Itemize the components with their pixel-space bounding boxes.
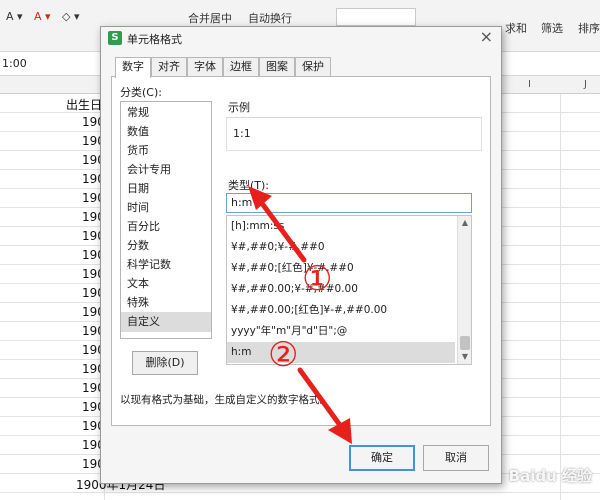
category-item-general[interactable]: 常规 xyxy=(121,103,211,123)
format-item[interactable]: [h]:mm:ss xyxy=(227,216,455,237)
category-list[interactable]: 常规 数值 货币 会计专用 日期 时间 百分比 分数 科学记数 文本 特殊 自定… xyxy=(120,101,212,339)
category-item-number[interactable]: 数值 xyxy=(121,122,211,142)
type-input[interactable]: h:m xyxy=(226,193,472,213)
category-item-time[interactable]: 时间 xyxy=(121,198,211,218)
sample-box: 1:1 xyxy=(226,117,482,151)
format-item[interactable]: ¥#,##0.00;¥-#,##0.00 xyxy=(227,279,455,300)
dialog-title: 单元格格式 xyxy=(127,33,182,46)
category-item-date[interactable]: 日期 xyxy=(121,179,211,199)
delete-button[interactable]: 删除(D) xyxy=(132,351,198,375)
format-item[interactable]: ¥#,##0;¥-#,##0 xyxy=(227,237,455,258)
category-item-currency[interactable]: 货币 xyxy=(121,141,211,161)
format-list[interactable]: [h]:mm:ss ¥#,##0;¥-#,##0 ¥#,##0;[红色]¥-#,… xyxy=(226,215,472,365)
tab-protection[interactable]: 保护 xyxy=(295,57,331,77)
format-cells-dialog: S 单元格格式 × 数字 对齐 字体 边框 图案 保护 分类(C): 常规 数值… xyxy=(100,26,502,484)
category-item-text[interactable]: 文本 xyxy=(121,274,211,294)
category-item-custom[interactable]: 自定义 xyxy=(121,312,211,332)
font-color-icon[interactable]: A ▾ xyxy=(6,10,23,23)
filter-button[interactable]: 筛选 xyxy=(541,20,563,36)
format-item[interactable]: yyyy"年"m"月"d"日";@ xyxy=(227,321,455,342)
dialog-titlebar[interactable]: S 单元格格式 × xyxy=(101,27,501,49)
scroll-down-icon[interactable]: ▼ xyxy=(458,350,471,364)
auto-wrap-button[interactable]: 自动换行 xyxy=(248,10,292,26)
column-header-i[interactable]: I xyxy=(528,79,531,90)
name-box[interactable]: 1:00 xyxy=(2,57,27,70)
scroll-up-icon[interactable]: ▲ xyxy=(458,216,471,230)
tab-number[interactable]: 数字 xyxy=(115,57,151,78)
header-cell[interactable]: 出生日 xyxy=(66,96,102,113)
ok-button[interactable]: 确定 xyxy=(349,445,415,471)
sort-button[interactable]: 排序 xyxy=(578,20,600,36)
number-tab-panel: 分类(C): 常规 数值 货币 会计专用 日期 时间 百分比 分数 科学记数 文… xyxy=(111,76,491,426)
tab-alignment[interactable]: 对齐 xyxy=(151,57,187,77)
sample-value: 1:1 xyxy=(233,127,251,140)
category-item-accounting[interactable]: 会计专用 xyxy=(121,160,211,180)
sum-button[interactable]: 求和 xyxy=(505,20,527,36)
category-item-scientific[interactable]: 科学记数 xyxy=(121,255,211,275)
wps-app-icon: S xyxy=(108,31,122,45)
scroll-thumb[interactable] xyxy=(460,336,470,350)
category-label: 分类(C): xyxy=(120,86,162,99)
tab-pattern[interactable]: 图案 xyxy=(259,57,295,77)
eraser-icon[interactable]: ◇ ▾ xyxy=(62,10,79,23)
category-item-special[interactable]: 特殊 xyxy=(121,293,211,313)
text-color-icon[interactable]: A ▾ xyxy=(34,10,51,23)
cancel-button[interactable]: 取消 xyxy=(423,445,489,471)
column-header-j[interactable]: J xyxy=(584,79,587,90)
type-label: 类型(T): xyxy=(228,179,270,192)
tab-border[interactable]: 边框 xyxy=(223,57,259,77)
format-item-selected[interactable]: h:m xyxy=(227,342,455,363)
tab-font[interactable]: 字体 xyxy=(187,57,223,77)
sample-label: 示例 xyxy=(228,101,250,114)
baidu-watermark: Baidu 经验 xyxy=(508,467,592,485)
category-item-fraction[interactable]: 分数 xyxy=(121,236,211,256)
close-icon[interactable]: × xyxy=(480,28,493,46)
category-item-percentage[interactable]: 百分比 xyxy=(121,217,211,237)
merge-center-button[interactable]: 合并居中 xyxy=(188,10,232,26)
format-item[interactable]: ¥#,##0.00;[红色]¥-#,##0.00 xyxy=(227,300,455,321)
format-item[interactable]: ¥#,##0;[红色]¥-#,##0 xyxy=(227,258,455,279)
number-format-select[interactable] xyxy=(336,8,416,26)
format-list-scrollbar[interactable]: ▲ ▼ xyxy=(457,216,471,364)
custom-format-description: 以现有格式为基础，生成自定义的数字格式。 xyxy=(120,394,330,406)
